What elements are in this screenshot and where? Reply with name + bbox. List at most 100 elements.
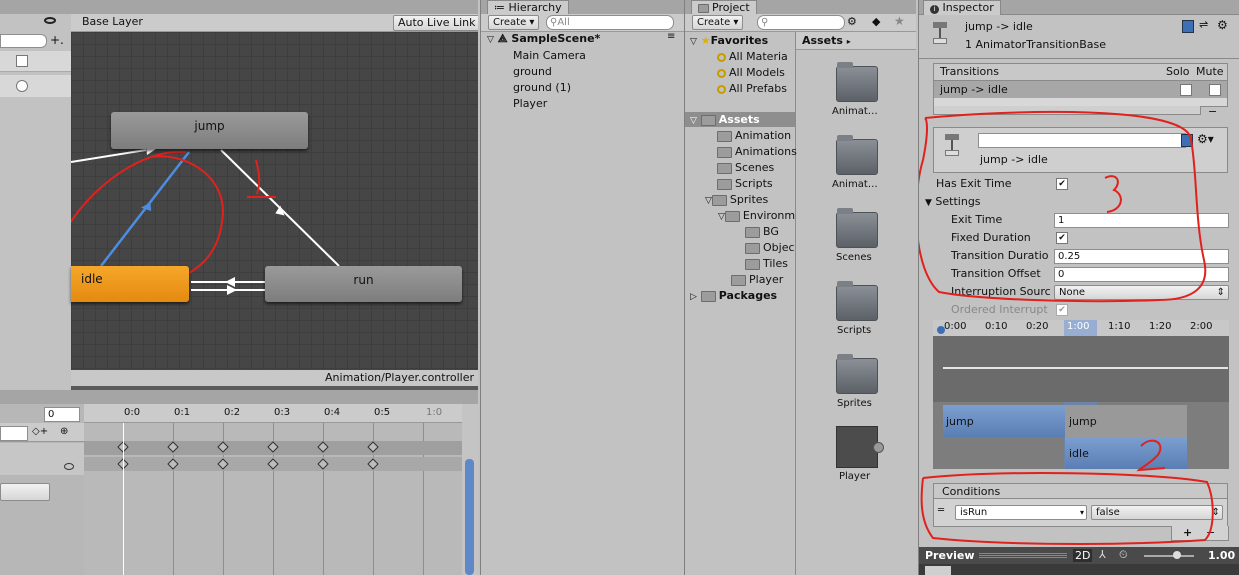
hierarchy-item[interactable]: Player [513,97,547,110]
project-create-button[interactable]: Create ▾ [692,15,744,30]
folder-label: Animation [735,129,792,142]
folder-row[interactable]: Scripts [717,177,773,190]
favorite-item[interactable]: All Prefabs [717,82,787,95]
scene-row[interactable]: ▽ ⟁ SampleScene* [487,32,600,46]
favorite-label: All Materia [729,50,788,63]
state-idle-label: idle [81,272,103,286]
parameter-trigger-radio[interactable] [16,80,28,92]
scene-menu-icon[interactable]: ≡ [667,31,675,42]
grid-item-label: Animat… [832,179,878,190]
collapse-arrow-icon: ▷ [690,292,697,302]
tab-hierarchy[interactable]: ≔ Hierarchy [487,0,569,15]
folder-row[interactable]: Scenes [717,161,774,174]
project-panel: Project Create ▾ ⚲ ⚙ ◆ ★ ▽ ★Favorites Al… [685,0,916,575]
hierarchy-item[interactable]: Main Camera [513,49,586,62]
folder-thumbnail[interactable] [836,62,878,102]
state-run[interactable]: run [265,266,462,302]
state-jump[interactable]: jump [111,112,308,149]
chevron-right-icon: ▸ [846,37,851,46]
folder-icon [745,226,760,238]
add-event-icon[interactable]: ⊕ [60,426,68,437]
timeline-scrollbar[interactable] [462,404,478,575]
assets-row[interactable]: ▽ Assets [690,113,760,126]
play-icon[interactable] [873,442,884,453]
timeline-tabstrip [0,390,478,404]
favorites-row[interactable]: ▽ ★Favorites [690,34,768,47]
expand-arrow-icon: ▽ [690,116,697,126]
hierarchy-tab-label: Hierarchy [508,1,562,14]
expand-arrow-icon: ▽ [487,35,494,45]
project-tab-label: Project [712,1,750,14]
expand-arrow-icon: ▽ [705,196,712,206]
keyframes [117,441,379,470]
parameter-bool-toggle[interactable] [16,55,28,67]
filter-type-icon[interactable]: ⚙ [847,15,857,28]
folder-row[interactable]: BG [745,225,779,238]
visibility-icon[interactable] [64,463,74,470]
timeline-ruler: 0:0 0:1 0:2 0:3 0:4 0:5 1:0 [84,404,462,423]
grid-item-label: Scripts [837,325,872,336]
parameter-row-trigger [0,75,71,97]
controller-path-bar: Animation/Player.controller [71,370,478,386]
state-jump-label: jump [194,119,225,133]
folder-icon [745,258,760,270]
add-parameter-button[interactable]: +. [50,33,64,47]
scene-name: SampleScene* [511,32,601,45]
clip-dropdown[interactable] [0,426,28,441]
hierarchy-create-button[interactable]: Create ▾ [488,15,540,30]
add-keyframe-icon[interactable]: ◇+ [32,426,48,437]
folder-thumbnail[interactable] [836,354,878,394]
parameter-row-bool [0,51,71,72]
folder-row[interactable]: Objec [745,241,795,254]
packages-label: Packages [718,289,778,302]
assets-breadcrumb[interactable]: Assets ▸ [802,34,851,47]
favorite-star-icon[interactable]: ★ [894,14,905,28]
add-property-button[interactable] [0,483,50,501]
folder-row[interactable]: Animations [717,145,797,158]
tab-project[interactable]: Project [691,0,757,15]
frame-field[interactable]: 0 [44,407,80,422]
annotation-overlay [919,110,1214,545]
eye-icon[interactable] [44,17,56,24]
folder-row[interactable]: ▽ Environm [718,209,795,222]
folder-icon [731,274,746,286]
animator-controller-thumbnail[interactable] [836,426,878,468]
property-row-1 [0,443,84,459]
hierarchy-search-input[interactable]: ⚲All [546,15,674,30]
tick-5: 0:5 [374,407,391,418]
favorite-item[interactable]: All Materia [717,50,788,63]
expand-arrow-icon: ▽ [690,37,697,47]
timeline-scroll-thumb[interactable] [465,459,474,575]
folder-thumbnail[interactable] [836,208,878,248]
filter-label-icon[interactable]: ◆ [872,15,880,28]
dopesheet[interactable] [84,423,462,575]
search-icon: ⚲ [761,17,769,28]
folder-row[interactable]: Animation [717,129,791,142]
tab-base-layer[interactable]: Base Layer [76,15,149,29]
folder-label: Objec [763,241,795,254]
animation-timeline-panel: 0 ◇+ ⊕ 0:0 0:1 0:2 0:3 0:4 0:5 1:0 [0,390,478,575]
state-idle[interactable]: idle [71,266,189,302]
folder-row[interactable]: ▽ Sprites [705,193,768,206]
folder-row[interactable]: Player [731,273,783,286]
tick-0: 0:0 [124,407,141,418]
folder-icon [717,130,732,142]
folder-thumbnail[interactable] [836,135,878,175]
folder-label: Animations [735,145,797,158]
project-search-input[interactable]: ⚲ [757,15,845,30]
folder-label: Tiles [763,257,788,270]
hierarchy-item[interactable]: ground [513,65,552,78]
auto-live-link-button[interactable]: Auto Live Link [393,15,478,31]
animator-graph[interactable]: jump idle run [71,32,478,370]
assets-label: Assets [718,113,760,126]
favorite-item[interactable]: All Models [717,66,785,79]
folder-thumbnail[interactable] [836,281,878,321]
folder-row[interactable]: Tiles [745,257,788,270]
packages-row[interactable]: ▷ Packages [690,289,777,302]
controller-path: Animation/Player.controller [325,371,474,384]
playhead[interactable] [123,423,124,575]
unity-scene-icon: ⟁ [497,32,508,45]
hierarchy-item[interactable]: ground (1) [513,81,571,94]
parameters-search[interactable] [0,34,47,48]
folder-label: Scripts [735,177,773,190]
